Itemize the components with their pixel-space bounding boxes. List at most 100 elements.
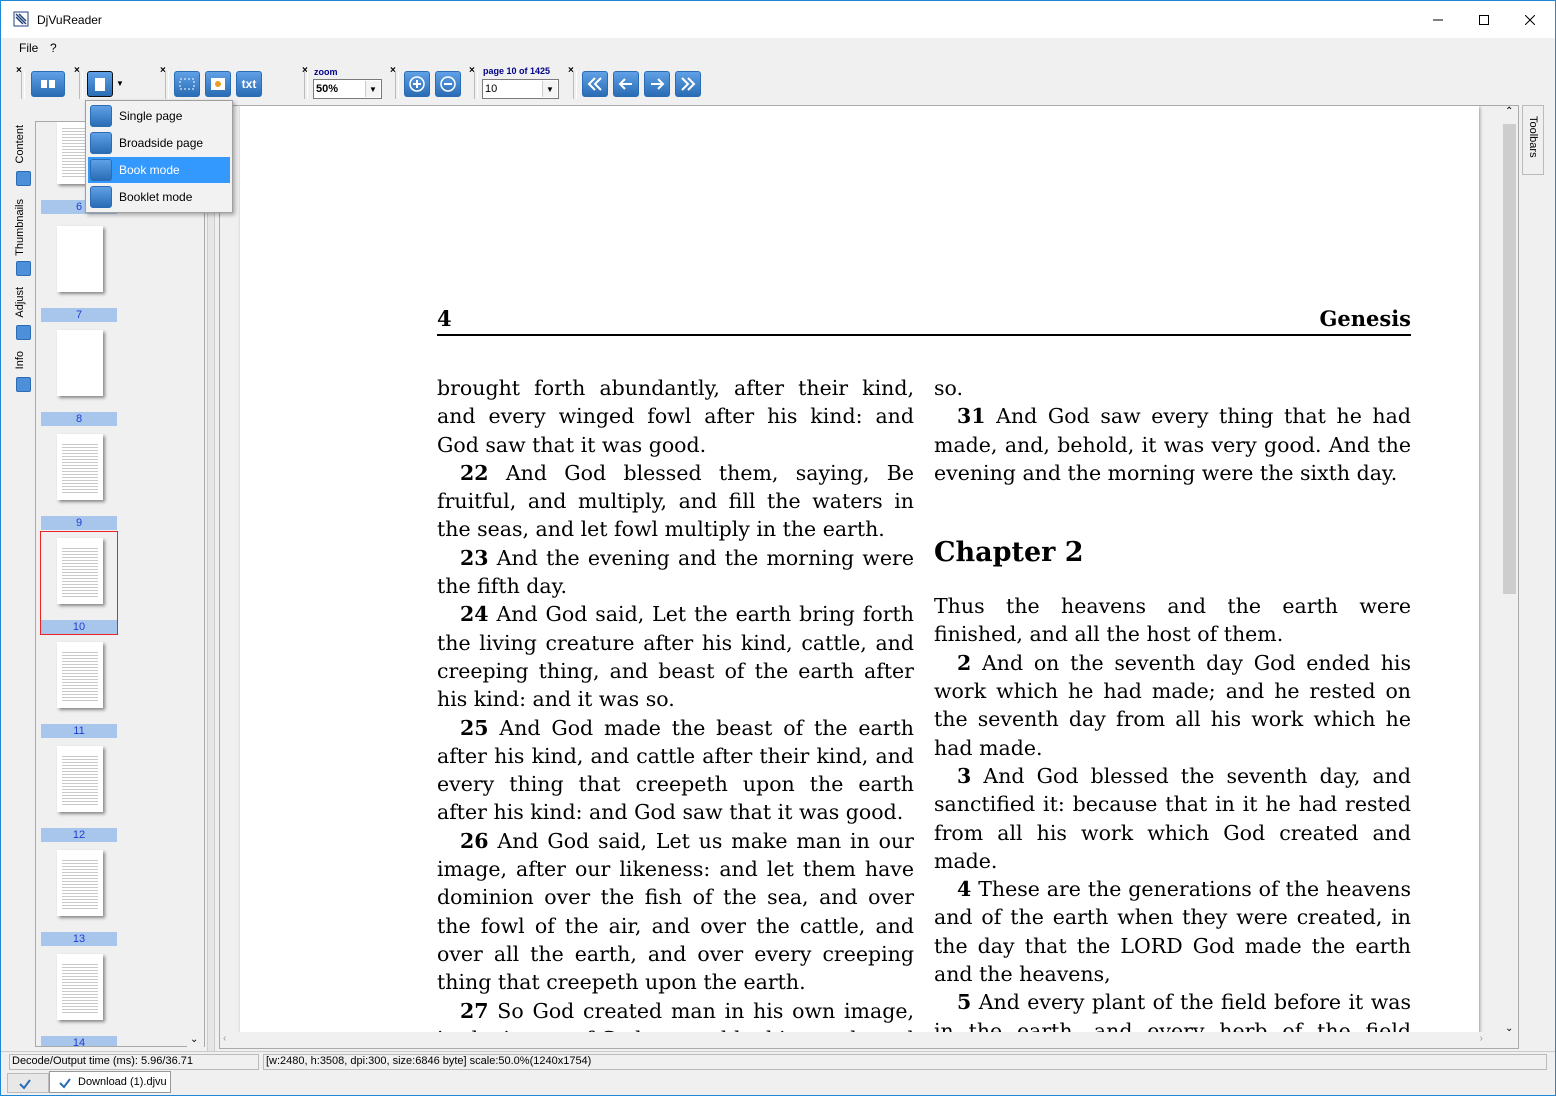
thumbnail-item[interactable]: 7 (41, 220, 117, 322)
thumbnail-item[interactable]: 14 (41, 948, 117, 1046)
verse-text: So God created man in his own image, in … (437, 998, 914, 1034)
thumbnail-page-number: 13 (41, 932, 117, 946)
verse-paragraph: 23 And the evening and the morning were … (437, 544, 914, 601)
tab-content[interactable]: Content (14, 121, 32, 193)
maximize-button[interactable] (1461, 1, 1507, 38)
side-panel-tabs: Content Thumbnails Adjust Info (11, 121, 33, 401)
verse-number: 3 (957, 763, 972, 788)
thumbnail-page-number: 7 (41, 308, 117, 322)
layout-button[interactable] (31, 71, 65, 97)
single-page-icon (95, 78, 105, 91)
checkmark-icon (19, 1079, 31, 1090)
toolbars-tab[interactable]: Toolbars (1522, 105, 1544, 175)
select-image-button[interactable] (205, 71, 231, 97)
toolbar-grip[interactable] (474, 71, 478, 99)
pin-tab-button[interactable] (7, 1073, 49, 1093)
toolbar: × × ▼ × txt × zoom 50% ▼ × × page 10 of … (1, 61, 1555, 103)
toolbar-grip[interactable] (21, 71, 25, 99)
image-icon (211, 78, 225, 90)
zoom-label: zoom (314, 67, 338, 77)
toolbar-grip[interactable] (304, 71, 308, 99)
minimize-button[interactable] (1415, 1, 1461, 38)
thumbnail-page-image (57, 226, 103, 292)
horizontal-scrollbar[interactable]: ‹ › (220, 1032, 1503, 1048)
thumbnail-page-image (57, 330, 103, 396)
title-bar: DjVuReader (1, 1, 1555, 38)
status-bar: Decode/Output time (ms): 5.96/36.71 [w:2… (1, 1051, 1555, 1071)
thumbnails-scrollbar[interactable]: ⌄ (187, 121, 204, 1047)
menu-item-label: Broadside page (119, 136, 204, 150)
tab-thumbnails[interactable]: Thumbnails (14, 197, 32, 279)
scroll-up-arrow-icon[interactable]: ⌃ (1505, 106, 1513, 117)
thumbnail-item-selected[interactable]: 10 (40, 531, 118, 635)
previous-page-button[interactable] (613, 71, 639, 97)
content-icon (16, 171, 31, 186)
thumbnail-item[interactable]: 9 (41, 428, 117, 530)
book-mode-icon (90, 159, 112, 181)
scroll-left-arrow-icon[interactable]: ‹ (223, 1033, 226, 1044)
booklet-mode-icon (90, 186, 112, 208)
page-number: 4 (437, 306, 452, 331)
thumbnails-panel[interactable]: 6 7 8 9 10 11 12 13 14 (35, 121, 205, 1047)
thumbnail-item[interactable]: 8 (41, 324, 117, 426)
chevron-down-icon[interactable]: ▼ (365, 81, 380, 97)
document-view[interactable]: 4 Genesis brought forth abundantly, afte… (219, 105, 1519, 1049)
select-text-button[interactable]: txt (236, 71, 262, 97)
view-mode-dropdown-arrow-icon[interactable]: ▼ (116, 79, 124, 88)
tab-info-label: Info (14, 351, 26, 370)
vertical-scrollbar[interactable]: ⌃ ⌄ (1501, 106, 1518, 1034)
verse-paragraph: 27 So God created man in his own image, … (437, 997, 914, 1034)
zoom-out-button[interactable] (435, 71, 461, 97)
page-number-select[interactable]: 10 ▼ (482, 79, 559, 99)
text-block: so. 31 And God saw every thing that he ha… (934, 374, 1411, 487)
menu-item-single-page[interactable]: Single page (88, 103, 230, 129)
menu-item-booklet-mode[interactable]: Booklet mode (88, 184, 230, 210)
menu-help[interactable]: ? (50, 41, 57, 55)
menu-item-book-mode[interactable]: Book mode (88, 157, 230, 183)
text-block: Thus the heavens and the earth were fini… (934, 592, 1411, 1034)
thumbnail-page-image (57, 642, 103, 708)
select-area-button[interactable] (174, 71, 200, 97)
last-page-button[interactable] (675, 71, 701, 97)
zoom-select[interactable]: 50% ▼ (313, 79, 382, 99)
tab-info[interactable]: Info (14, 349, 32, 397)
menu-file[interactable]: File (19, 41, 38, 55)
view-mode-button[interactable] (87, 71, 113, 97)
document-tab[interactable]: Download (1).djvu (49, 1071, 171, 1093)
thumbnail-page-number: 14 (41, 1036, 117, 1046)
double-arrow-left-icon (587, 77, 602, 91)
toolbar-grip[interactable] (165, 71, 169, 99)
djvureader-app-icon (13, 11, 29, 27)
scroll-right-arrow-icon[interactable]: › (1480, 1033, 1483, 1044)
window-title: DjVuReader (37, 13, 102, 27)
chevron-down-icon[interactable]: ▼ (542, 81, 557, 97)
double-arrow-right-icon (681, 77, 696, 91)
toolbar-grip[interactable] (79, 71, 83, 99)
verse-text: And the evening and the morning were the… (437, 545, 914, 599)
verse-text: And God saw every thing that he had made… (934, 404, 1411, 485)
verse-paragraph: brought forth abundantly, after their ki… (437, 374, 914, 459)
chapter-heading: Chapter 2 (934, 537, 1084, 569)
single-page-icon (90, 105, 112, 127)
next-page-button[interactable] (644, 71, 670, 97)
layout-icon (41, 80, 55, 88)
first-page-button[interactable] (582, 71, 608, 97)
tab-adjust-label: Adjust (14, 287, 26, 318)
menu-item-broadside-page[interactable]: Broadside page (88, 130, 230, 156)
toolbar-grip[interactable] (573, 71, 577, 99)
running-head: 4 Genesis (437, 304, 1411, 336)
thumbnail-item[interactable]: 11 (41, 636, 117, 738)
tab-adjust[interactable]: Adjust (14, 285, 32, 345)
scrollbar-thumb[interactable] (1503, 124, 1516, 594)
verse-paragraph: 4 These are the generations of the heave… (934, 875, 1411, 988)
verse-number: 31 (957, 404, 986, 429)
thumbnail-item[interactable]: 13 (41, 844, 117, 946)
close-window-button[interactable] (1507, 1, 1553, 38)
scroll-down-arrow-icon[interactable]: ⌄ (1505, 1023, 1513, 1034)
toolbar-grip[interactable] (395, 71, 399, 99)
panel-splitter[interactable] (207, 105, 215, 1051)
scroll-down-arrow-icon[interactable]: ⌄ (190, 1034, 198, 1045)
thumbnail-item[interactable]: 12 (41, 740, 117, 842)
verse-text: And God blessed the seventh day, and san… (934, 763, 1411, 873)
zoom-in-button[interactable] (404, 71, 430, 97)
